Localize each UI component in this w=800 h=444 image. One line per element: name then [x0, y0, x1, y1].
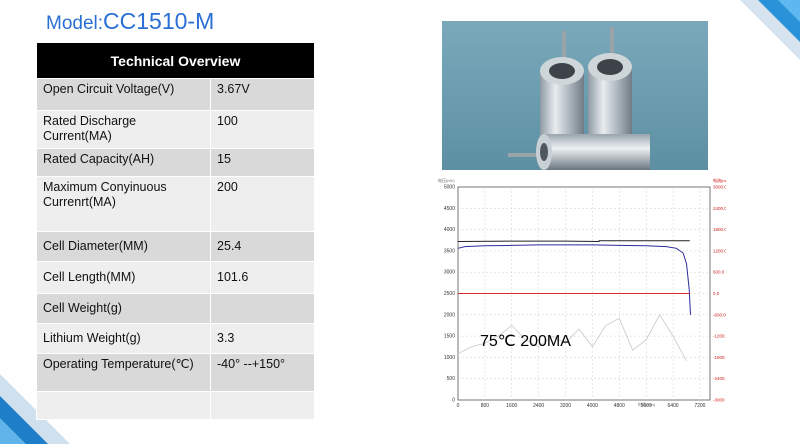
row-label — [36, 391, 211, 420]
row-label: Cell Diameter(MM) — [36, 231, 211, 262]
row-value: 15 — [210, 148, 315, 177]
row-value: 3.3 — [210, 323, 315, 354]
row-value — [210, 391, 315, 420]
y-right-unit: 电流(mA) — [713, 177, 726, 183]
y-right-tick-label: 3000.0 — [713, 185, 726, 190]
model-name: CC1510-M — [103, 8, 215, 34]
chart-annotation: 75℃ 200MA — [480, 333, 571, 350]
row-label: Rated Capacity(AH) — [36, 148, 211, 177]
table-row: Cell Length(MM) 101.6 — [36, 261, 315, 294]
y-left-tick-label: 2000 — [444, 312, 455, 318]
table-row: Cell Weight(g) — [36, 293, 315, 324]
y-left-tick-label: 2500 — [444, 291, 455, 297]
y-left-tick-label: 1000 — [444, 355, 455, 361]
row-label: Cell Length(MM) — [36, 261, 211, 294]
battery-photo — [442, 21, 708, 170]
y-right-tick-label: -2400.0 — [713, 376, 726, 381]
y-right-tick-label: 0.0 — [713, 291, 720, 296]
row-label: Rated Discharge Current(MA) — [36, 110, 211, 149]
y-right-tick-label: -600.0 — [713, 312, 726, 317]
table-title: Technical Overview — [36, 42, 315, 79]
row-label: Maximum Conyinuous Currenrt(MA) — [36, 176, 211, 232]
x-tick-label: 6400 — [667, 403, 678, 407]
table-row: Operating Temperature(℃) -40° --+150° — [36, 353, 315, 392]
row-label: Operating Temperature(℃) — [36, 353, 211, 392]
table-row: Cell Diameter(MM) 25.4 — [36, 231, 315, 262]
model-title: Model:CC1510-M — [46, 8, 214, 35]
y-right-tick-label: 2400.0 — [713, 206, 726, 211]
x-tick-label: 1600 — [506, 403, 517, 407]
x-tick-label: 800 — [481, 403, 490, 407]
y-left-unit: 电压(mV) — [438, 177, 455, 183]
row-value: 3.67V — [210, 78, 315, 111]
table-row: Rated Capacity(AH) 15 — [36, 148, 315, 177]
y-left-tick-label: 5000 — [444, 185, 455, 191]
table-row: Lithium Weight(g) 3.3 — [36, 323, 315, 354]
y-right-tick-label: 1800.0 — [713, 227, 726, 232]
y-right-tick-label: 600.0 — [713, 270, 725, 275]
y-left-tick-label: 4000 — [444, 227, 455, 233]
corner-decoration-top-right — [740, 0, 800, 60]
technical-overview-table: Technical Overview Open Circuit Voltage(… — [36, 42, 315, 420]
y-left-ticks: 0 500 1000 1500 2000 2500 3000 3500 4000 4500 5000 — [444, 185, 455, 404]
y-left-tick-label: 0 — [452, 398, 455, 404]
x-ticks: 0 800 1600 2400 3200 4000 4800 5600 6400 7200 — [457, 403, 706, 407]
row-value: 25.4 — [210, 231, 315, 262]
x-tick-label: 0 — [457, 403, 460, 407]
row-label: Cell Weight(g) — [36, 293, 211, 324]
x-unit: 时间(min) — [638, 401, 656, 407]
y-right-tick-label: 1200.0 — [713, 248, 726, 253]
row-value: 100 — [210, 110, 315, 149]
x-tick-label: 4800 — [614, 403, 625, 407]
y-left-tick-label: 1500 — [444, 334, 455, 340]
y-right-tick-label: -1800.0 — [713, 355, 726, 360]
row-value: 101.6 — [210, 261, 315, 294]
x-tick-label: 3200 — [560, 403, 571, 407]
y-left-tick-label: 3500 — [444, 248, 455, 254]
y-left-tick-label: 500 — [447, 376, 456, 382]
x-tick-label: 4000 — [587, 403, 598, 407]
row-label: Lithium Weight(g) — [36, 323, 211, 354]
discharge-chart: 电压(mV) 电流(mA) 0 500 1000 1500 2000 2500 3000 35… — [430, 177, 726, 407]
y-left-tick-label: 4500 — [444, 206, 455, 212]
table-row: Rated Discharge Current(MA) 100 — [36, 110, 315, 149]
y-right-tick-label: -1200.0 — [713, 334, 726, 339]
model-prefix: Model: — [46, 13, 104, 34]
table-row — [36, 391, 315, 420]
row-value: 200 — [210, 176, 315, 232]
y-right-tick-label: -3000 — [713, 398, 725, 403]
row-label: Open Circuit Voltage(V) — [36, 78, 211, 111]
row-value: -40° --+150° — [210, 353, 315, 392]
row-value — [210, 293, 315, 324]
y-left-tick-label: 3000 — [444, 270, 455, 276]
x-tick-label: 2400 — [533, 403, 544, 407]
table-row: Open Circuit Voltage(V) 3.67V — [36, 78, 315, 111]
y-right-ticks: 3000.0 2400.0 1800.0 1200.0 600.0 0.0 -600.0 -1… — [713, 185, 726, 403]
x-tick-label: 7200 — [694, 403, 705, 407]
table-row: Maximum Conyinuous Currenrt(MA) 200 — [36, 176, 315, 232]
